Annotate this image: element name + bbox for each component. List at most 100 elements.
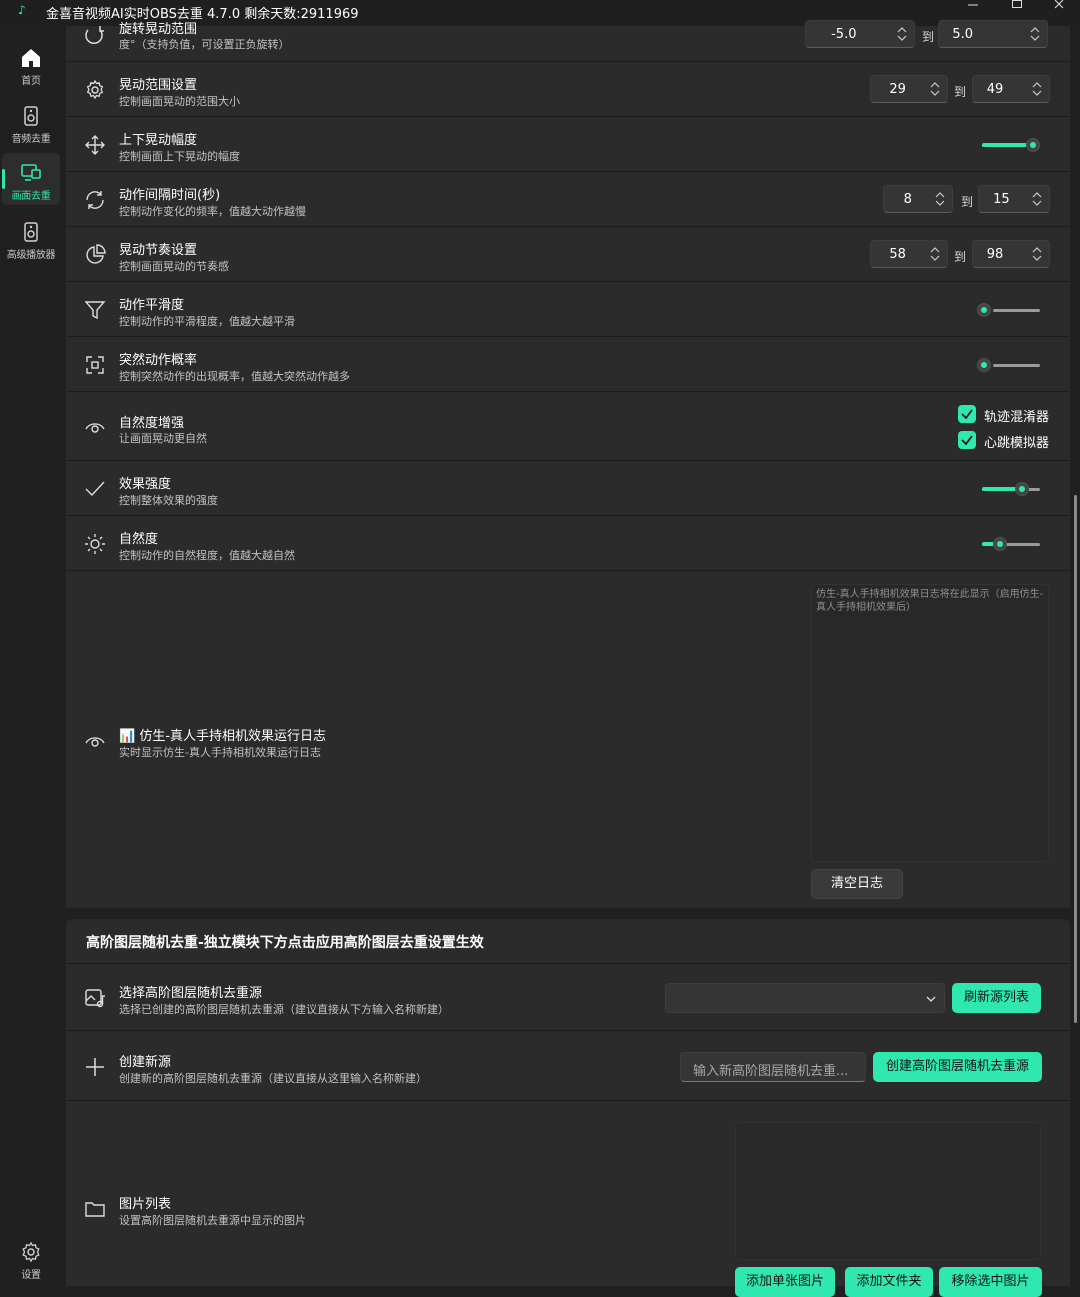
- sudden-probability-slider[interactable]: [977, 358, 1040, 372]
- effect-strength-slider[interactable]: [982, 482, 1040, 496]
- remove-selected-images-button[interactable]: 移除选中图片: [939, 1267, 1042, 1297]
- create-source-button[interactable]: 创建高阶图层随机去重源: [873, 1052, 1042, 1082]
- effect-strength-row: 效果强度 控制整体效果的强度: [66, 460, 1070, 516]
- image-list-box[interactable]: [735, 1122, 1041, 1260]
- row-description: 控制动作的自然程度，值越大越自然: [119, 549, 295, 562]
- slider-thumb[interactable]: [977, 358, 991, 372]
- spinbox-value: 15: [993, 192, 1010, 207]
- speaker-icon: [24, 106, 38, 126]
- spinbox-value: 49: [986, 82, 1004, 97]
- spin-arrows-icon[interactable]: [1030, 26, 1040, 42]
- spinbox-value: 5.0: [952, 27, 974, 42]
- checkbox-label[interactable]: 轨迹混淆器: [984, 406, 1049, 425]
- checkmark-icon: [961, 435, 973, 446]
- smoothness-row: 动作平滑度 控制动作的平滑程度，值越大越平滑: [66, 281, 1070, 337]
- shake-rhythm-row: 晃动节奏设置 控制画面晃动的节奏感 58 到 98: [66, 226, 1070, 282]
- rhythm-min-spinbox[interactable]: 58: [870, 240, 948, 268]
- interval-max-spinbox[interactable]: 15: [978, 185, 1050, 213]
- image-list-row: 图片列表 设置高阶图层随机去重源中显示的图片 添加单张图片 添加文件夹 移除选中…: [66, 1100, 1070, 1297]
- checkbox-label[interactable]: 心跳模拟器: [984, 432, 1049, 451]
- slider-thumb[interactable]: [977, 303, 991, 317]
- chevron-down-icon[interactable]: [926, 995, 936, 1003]
- range-separator: 到: [954, 250, 967, 264]
- row-description: 度°（支持负值，可设置正负旋转）: [119, 38, 290, 51]
- sidebar-item-video[interactable]: 画面去重: [2, 153, 60, 205]
- shake-range-min-spinbox[interactable]: 29: [870, 75, 948, 103]
- naturalness-row: 自然度 控制动作的自然程度，值越大越自然: [66, 515, 1070, 571]
- row-description: 控制动作的平滑程度，值越大越平滑: [119, 315, 295, 328]
- sidebar-item-label: 高级播放器: [6, 250, 56, 261]
- heartbeat-simulator-checkbox[interactable]: [958, 431, 976, 449]
- move-icon: [85, 135, 105, 155]
- sudden-action-row: 突然动作概率 控制突然动作的出现概率，值越大突然动作越多: [66, 336, 1070, 392]
- smoothness-slider[interactable]: [977, 303, 1040, 317]
- action-interval-row: 动作间隔时间(秒) 控制动作变化的频率，值越大动作越慢 8 到 15: [66, 171, 1070, 227]
- row-description: 让画面晃动更自然: [119, 432, 207, 445]
- rhythm-max-spinbox[interactable]: 98: [972, 240, 1050, 268]
- layer-section-header: 高阶图层随机去重-独立模块下方点击应用高阶图层去重设置生效: [66, 919, 1070, 963]
- vertical-amplitude-slider[interactable]: [982, 138, 1040, 152]
- image-music-icon: [85, 989, 105, 1008]
- trajectory-obfuscator-checkbox[interactable]: [958, 405, 976, 423]
- spinbox-value: 58: [889, 247, 906, 262]
- spin-arrows-icon[interactable]: [930, 246, 940, 262]
- vertical-scrollbar[interactable]: [1074, 495, 1077, 1023]
- rotation-range-row: 旋转晃动范围 度°（支持负值，可设置正负旋转） -5.0 到 5.0: [66, 20, 1070, 61]
- interval-min-spinbox[interactable]: 8: [883, 185, 953, 213]
- slider-thumb[interactable]: [1026, 138, 1040, 152]
- row-title: 效果强度: [119, 477, 172, 492]
- sidebar-item-audio[interactable]: 音频去重: [2, 96, 60, 148]
- folder-icon: [85, 1202, 105, 1217]
- refresh-sources-button[interactable]: 刷新源列表: [952, 983, 1041, 1013]
- source-select-dropdown[interactable]: [665, 983, 945, 1013]
- sun-icon: [85, 534, 105, 554]
- spin-arrows-icon[interactable]: [1032, 191, 1042, 207]
- gear-icon: [22, 1241, 40, 1263]
- sidebar-item-home[interactable]: 首页: [2, 38, 60, 90]
- natural-boost-row: 自然度增强 让画面晃动更自然 轨迹混淆器 心跳模拟器: [66, 391, 1070, 461]
- row-description: 控制画面上下晃动的幅度: [119, 150, 240, 163]
- clear-log-button[interactable]: 清空日志: [811, 869, 903, 899]
- rotate-icon: [85, 26, 104, 45]
- row-title: 上下晃动幅度: [119, 133, 198, 148]
- runtime-log-row: 📊 仿生-真人手持相机效果运行日志 实时显示仿生-真人手持相机效果运行日志 仿生…: [66, 570, 1070, 908]
- sidebar-item-player[interactable]: 高级播放器: [2, 212, 60, 264]
- app-logo-icon: ♪: [18, 3, 26, 17]
- naturalness-slider[interactable]: [982, 537, 1040, 551]
- spin-arrows-icon[interactable]: [930, 81, 940, 97]
- row-title: 自然度增强: [119, 416, 185, 431]
- sidebar-item-label: 画面去重: [11, 191, 51, 202]
- eye-icon: [85, 423, 105, 433]
- row-description: 控制画面晃动的范围大小: [119, 95, 240, 108]
- scan-icon: [86, 356, 104, 374]
- slider-thumb[interactable]: [993, 537, 1007, 551]
- shake-range-max-spinbox[interactable]: 49: [972, 75, 1050, 103]
- row-title: 动作间隔时间(秒): [119, 188, 221, 203]
- rotation-max-spinbox[interactable]: 5.0: [938, 20, 1048, 48]
- screen-icon: [21, 164, 41, 181]
- new-source-name-input[interactable]: 输入新高阶图层随机去重...: [680, 1052, 866, 1082]
- spin-arrows-icon[interactable]: [1032, 81, 1042, 97]
- row-description: 选择已创建的高阶图层随机去重源（建议直接从下方输入名称新建）: [119, 1003, 449, 1016]
- spin-arrows-icon[interactable]: [1032, 246, 1042, 262]
- rotation-min-spinbox[interactable]: -5.0: [805, 20, 915, 48]
- slider-track: [993, 364, 1040, 367]
- row-title: 动作平滑度: [119, 298, 185, 313]
- add-single-image-button[interactable]: 添加单张图片: [735, 1267, 835, 1297]
- add-folder-button[interactable]: 添加文件夹: [845, 1267, 933, 1297]
- spin-arrows-icon[interactable]: [935, 191, 945, 207]
- row-title: 突然动作概率: [119, 353, 198, 368]
- shake-range-row: 晃动范围设置 控制画面晃动的范围大小 29 到 49: [66, 61, 1070, 117]
- row-title: 📊 仿生-真人手持相机效果运行日志: [119, 729, 327, 744]
- slider-thumb[interactable]: [1015, 482, 1029, 496]
- log-output[interactable]: 仿生-真人手持相机效果日志将在此显示（启用仿生-真人手持相机效果后）: [811, 584, 1049, 862]
- row-description: 控制画面晃动的节奏感: [119, 260, 229, 273]
- filter-icon: [84, 301, 106, 320]
- sidebar-item-settings[interactable]: 设置: [2, 1232, 60, 1284]
- sidebar-item-label: 音频去重: [11, 134, 51, 145]
- row-description: 实时显示仿生-真人手持相机效果运行日志: [119, 746, 321, 759]
- row-description: 创建新的高阶图层随机去重源（建议直接从这里输入名称新建）: [119, 1072, 427, 1085]
- spin-arrows-icon[interactable]: [897, 26, 907, 42]
- select-source-row: 选择高阶图层随机去重源 选择已创建的高阶图层随机去重源（建议直接从下方输入名称新…: [66, 963, 1070, 1031]
- range-separator: 到: [922, 30, 935, 44]
